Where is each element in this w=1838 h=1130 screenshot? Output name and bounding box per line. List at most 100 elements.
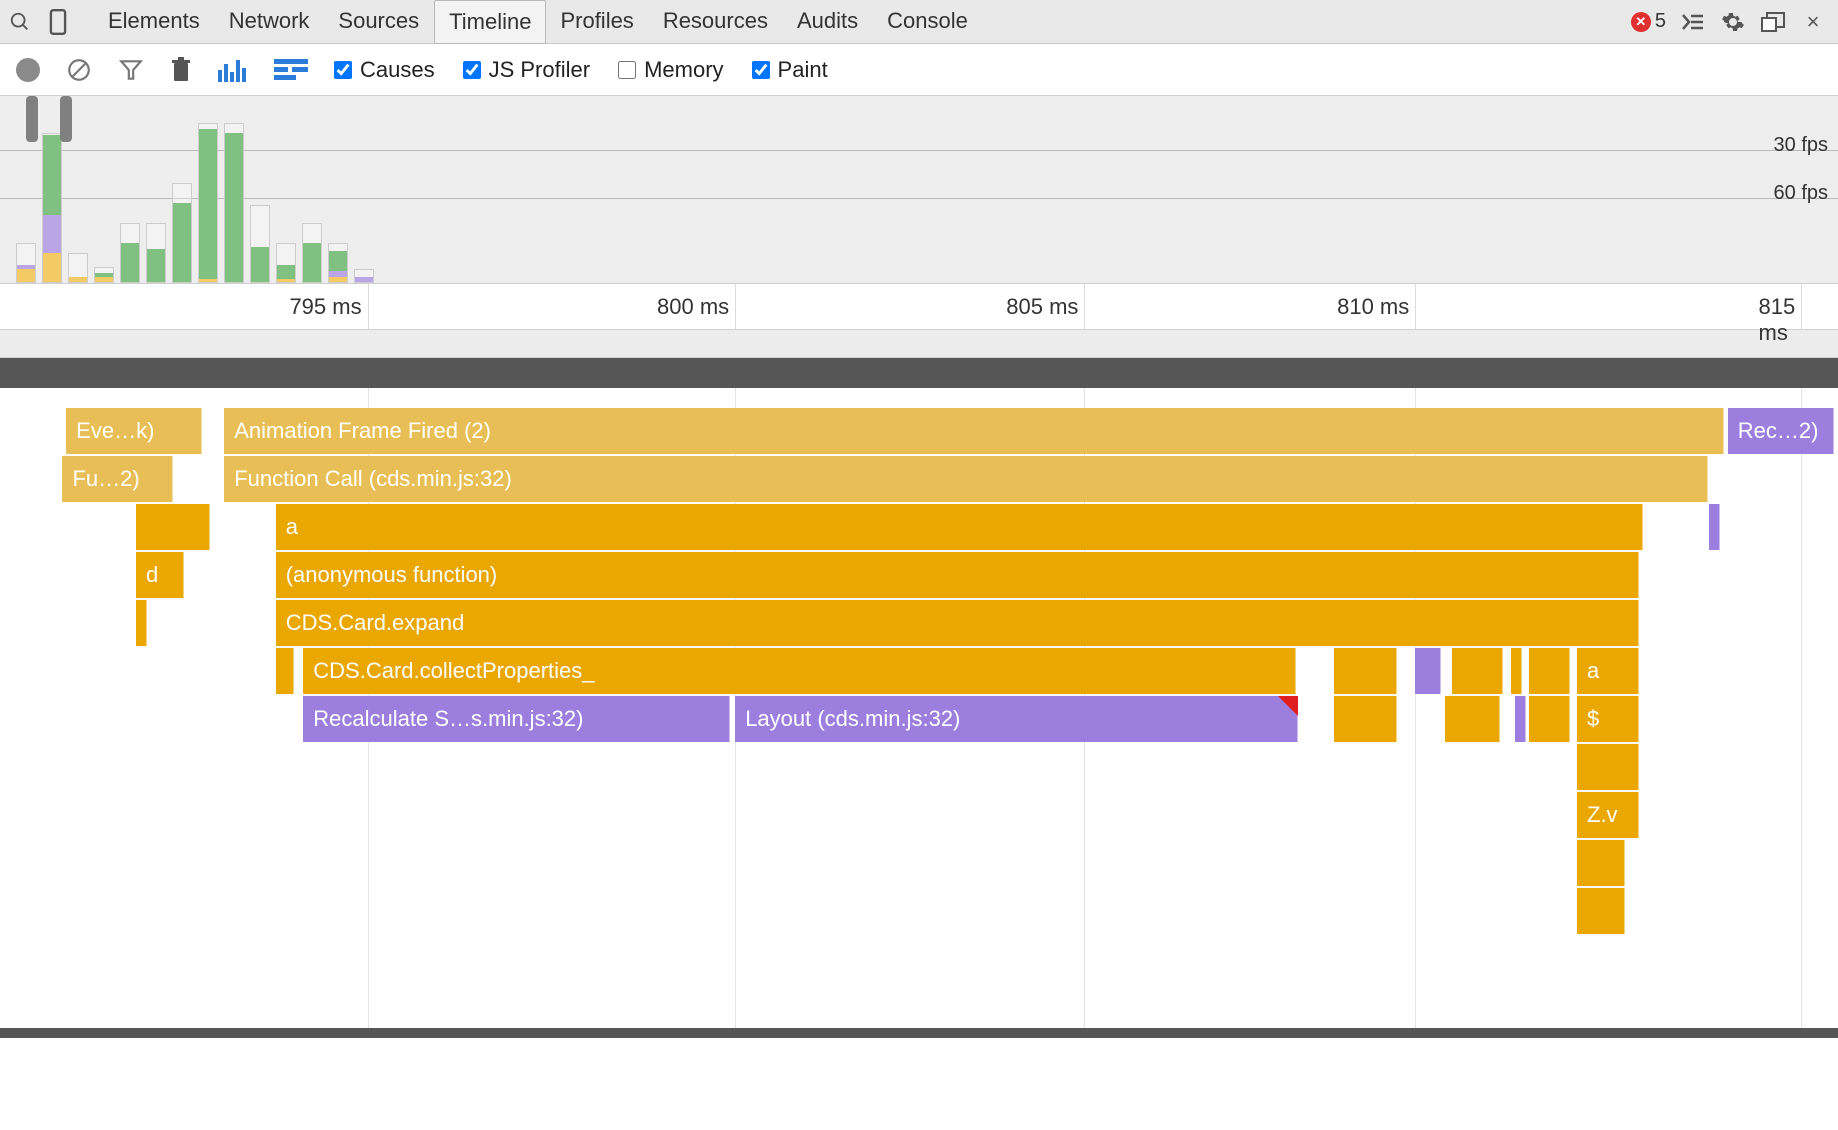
filter-icon[interactable] [118,57,144,83]
view-flame-icon[interactable] [274,59,308,81]
error-icon: ✕ [1631,12,1651,32]
checkbox-input[interactable] [334,61,352,79]
flame-entry[interactable]: Z.v [1577,792,1639,838]
flame-entry[interactable] [1445,696,1500,742]
search-icon[interactable] [6,8,34,36]
overview-bar [42,133,62,283]
flame-entry[interactable] [1452,648,1503,694]
settings-gear-icon[interactable] [1720,9,1746,35]
track-header-main [0,358,1838,388]
flame-entry[interactable] [1515,696,1526,742]
flame-entry[interactable] [1709,504,1720,550]
checkbox-js-profiler[interactable]: JS Profiler [463,57,590,83]
checkbox-label: Memory [644,57,723,83]
checkbox-input[interactable] [618,61,636,79]
warning-icon [1278,696,1298,716]
error-count: 5 [1655,10,1666,33]
checkbox-label: Causes [360,57,435,83]
ruler-label: 815 ms [1759,294,1802,346]
flame-entry[interactable] [1577,840,1625,886]
flame-entry[interactable] [1577,888,1625,934]
overview-bar [224,123,244,283]
overview-bar [16,243,36,283]
time-ruler[interactable]: 795 ms800 ms805 ms810 ms815 ms [0,284,1838,330]
flame-entry[interactable]: CDS.Card.collectProperties_ [303,648,1296,694]
console-toggle-icon[interactable] [1680,9,1706,35]
tab-network[interactable]: Network [215,0,325,44]
overview-bar [172,183,192,283]
overview-handle-left[interactable] [26,96,38,142]
flame-entry[interactable] [1577,744,1639,790]
tabbar-right: ✕ 5 × [1631,9,1832,35]
flame-entry[interactable]: a [276,504,1643,550]
flame-entry[interactable]: Rec…2) [1728,408,1835,454]
close-icon[interactable]: × [1800,9,1826,35]
flame-entry[interactable]: (anonymous function) [276,552,1640,598]
checkbox-input[interactable] [463,61,481,79]
overview-handle-right[interactable] [60,96,72,142]
flame-entry[interactable] [1529,648,1569,694]
tab-timeline[interactable]: Timeline [434,0,546,44]
devtools-tabbar: ElementsNetworkSourcesTimelineProfilesRe… [0,0,1838,44]
flame-entry[interactable]: Layout (cds.min.js:32) [735,696,1297,742]
overview-bar [354,269,374,283]
ruler-label: 810 ms [1337,294,1415,320]
fps-30-label: 30 fps [1774,134,1828,157]
overview-bar [120,223,140,283]
overview-bar [276,243,296,283]
clear-button[interactable] [66,57,92,83]
flame-entry[interactable]: $ [1577,696,1639,742]
panel-tabs: ElementsNetworkSourcesTimelineProfilesRe… [94,0,983,44]
device-icon[interactable] [44,8,72,36]
overview-bar [302,223,322,283]
checkbox-memory[interactable]: Memory [618,57,723,83]
flame-chart[interactable]: Eve…k) Animation Frame Fired (2)Rec…2) Fu…… [0,388,1838,1028]
track-header-network [0,330,1838,358]
flame-entry[interactable]: Recalculate S…s.min.js:32) [303,696,729,742]
dock-icon[interactable] [1760,9,1786,35]
flame-entry[interactable] [1334,696,1396,742]
flame-entry[interactable] [136,600,147,646]
overview-bar [94,267,114,283]
ruler-label: 805 ms [1006,294,1084,320]
flame-entry[interactable] [136,504,210,550]
flame-entry[interactable]: a [1577,648,1639,694]
flame-entry[interactable]: Eve…k) [66,408,202,454]
flame-entry[interactable] [1415,648,1441,694]
flame-entry[interactable]: CDS.Card.expand [276,600,1640,646]
garbage-collect-icon[interactable] [170,57,192,83]
overview-bar [250,205,270,283]
checkbox-causes[interactable]: Causes [334,57,435,83]
ruler-label: 795 ms [289,294,367,320]
flame-entry[interactable]: Fu…2) [62,456,172,502]
ruler-label: 800 ms [657,294,735,320]
overview-bar [146,223,166,283]
tab-audits[interactable]: Audits [783,0,873,44]
flame-entry[interactable]: Function Call (cds.min.js:32) [224,456,1707,502]
checkbox-label: Paint [778,57,828,83]
timeline-toolbar: Causes JS Profiler Memory Paint [0,44,1838,96]
tab-sources[interactable]: Sources [324,0,434,44]
flame-entry[interactable] [276,648,294,694]
view-bars-icon[interactable] [218,58,248,82]
tab-elements[interactable]: Elements [94,0,215,44]
checkbox-paint[interactable]: Paint [752,57,828,83]
overview-bar [328,243,348,283]
flame-entry[interactable]: d [136,552,184,598]
flame-footer [0,1028,1838,1038]
overview-bar [198,123,218,283]
checkbox-label: JS Profiler [489,57,590,83]
flame-entry[interactable] [1529,696,1569,742]
error-badge[interactable]: ✕ 5 [1631,10,1666,33]
fps-60-label: 60 fps [1774,182,1828,205]
tab-resources[interactable]: Resources [649,0,783,44]
flame-entry[interactable] [1511,648,1522,694]
record-button[interactable] [16,58,40,82]
flame-entry[interactable]: Animation Frame Fired (2) [224,408,1724,454]
checkbox-input[interactable] [752,61,770,79]
timeline-overview[interactable]: 30 fps 60 fps [0,96,1838,284]
flame-entry[interactable] [1334,648,1396,694]
overview-bar [68,253,88,283]
tab-profiles[interactable]: Profiles [546,0,648,44]
tab-console[interactable]: Console [873,0,983,44]
